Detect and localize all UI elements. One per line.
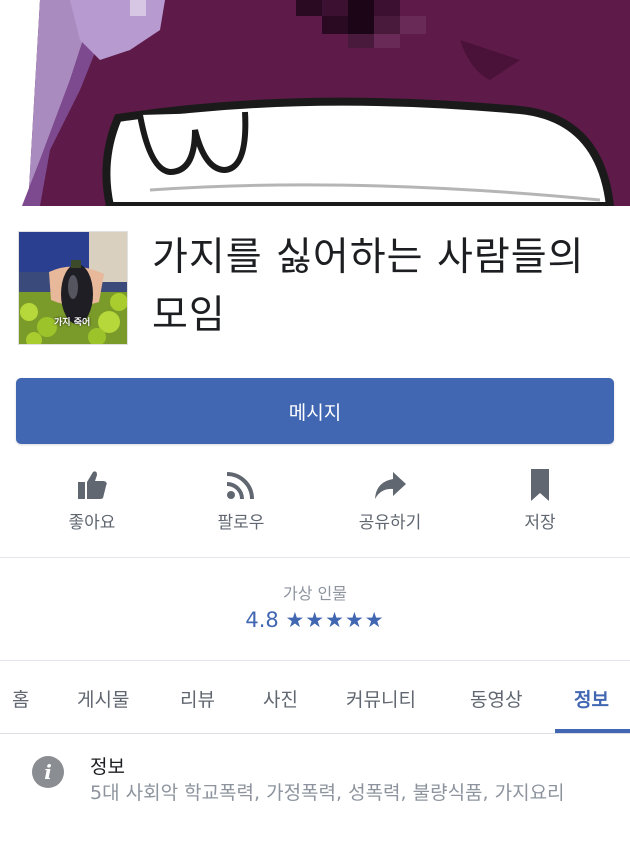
cover-photo[interactable] <box>0 0 630 206</box>
page-category[interactable]: 가상 인물 <box>0 580 630 604</box>
eggplant-in-hand-photo <box>19 232 127 344</box>
tab-community[interactable]: 커뮤니티 <box>346 685 416 712</box>
profile-picture-caption: 가지 죽어 <box>54 318 91 328</box>
info-icon: i <box>32 756 64 788</box>
follow-button[interactable]: 팔로우 <box>181 462 301 552</box>
action-bar: 좋아요 팔로우 공유하기 저장 <box>0 462 630 557</box>
divider <box>0 557 630 558</box>
page-header: 가지 죽어 가지를 싫어하는 사람들의 모임 <box>0 206 630 366</box>
share-button[interactable]: 공유하기 <box>330 462 450 552</box>
like-button[interactable]: 좋아요 <box>32 462 152 552</box>
tab-posts[interactable]: 게시물 <box>77 685 129 712</box>
message-button[interactable]: 메시지 <box>16 378 614 444</box>
bookmark-icon <box>531 469 549 501</box>
tab-about[interactable]: 정보 <box>574 685 609 712</box>
save-label: 저장 <box>524 513 556 533</box>
rating-row[interactable]: 4.8 ★★★★★ <box>0 608 630 632</box>
like-label: 좋아요 <box>68 513 116 533</box>
share-arrow-icon <box>375 472 406 499</box>
page-tabs: 홈 게시물 리뷰 사진 커뮤니티 동영상 정보 <box>0 661 630 733</box>
about-heading: 정보 <box>90 756 125 778</box>
about-section: i 정보 5대 사회악 학교폭력, 가정폭력, 성폭력, 불량식품, 가지요리 <box>0 734 630 842</box>
rating-section: 가상 인물 4.8 ★★★★★ <box>0 580 630 632</box>
follow-label: 팔로우 <box>217 513 265 533</box>
rating-stars: ★★★★★ <box>285 608 385 632</box>
save-button[interactable]: 저장 <box>480 462 600 552</box>
thumbs-up-icon <box>78 471 107 499</box>
tab-photos[interactable]: 사진 <box>263 685 298 712</box>
profile-picture[interactable]: 가지 죽어 <box>18 231 128 345</box>
about-description: 5대 사회악 학교폭력, 가정폭력, 성폭력, 불량식품, 가지요리 <box>90 782 565 804</box>
tab-reviews[interactable]: 리뷰 <box>180 685 215 712</box>
share-label: 공유하기 <box>358 513 422 533</box>
tab-videos[interactable]: 동영상 <box>470 685 522 712</box>
eggplant-cartoon-image <box>0 0 630 206</box>
page-title: 가지를 싫어하는 사람들의 모임 <box>152 235 585 338</box>
tab-home[interactable]: 홈 <box>12 685 29 712</box>
rating-score: 4.8 <box>245 608 279 632</box>
rss-icon <box>226 472 254 500</box>
